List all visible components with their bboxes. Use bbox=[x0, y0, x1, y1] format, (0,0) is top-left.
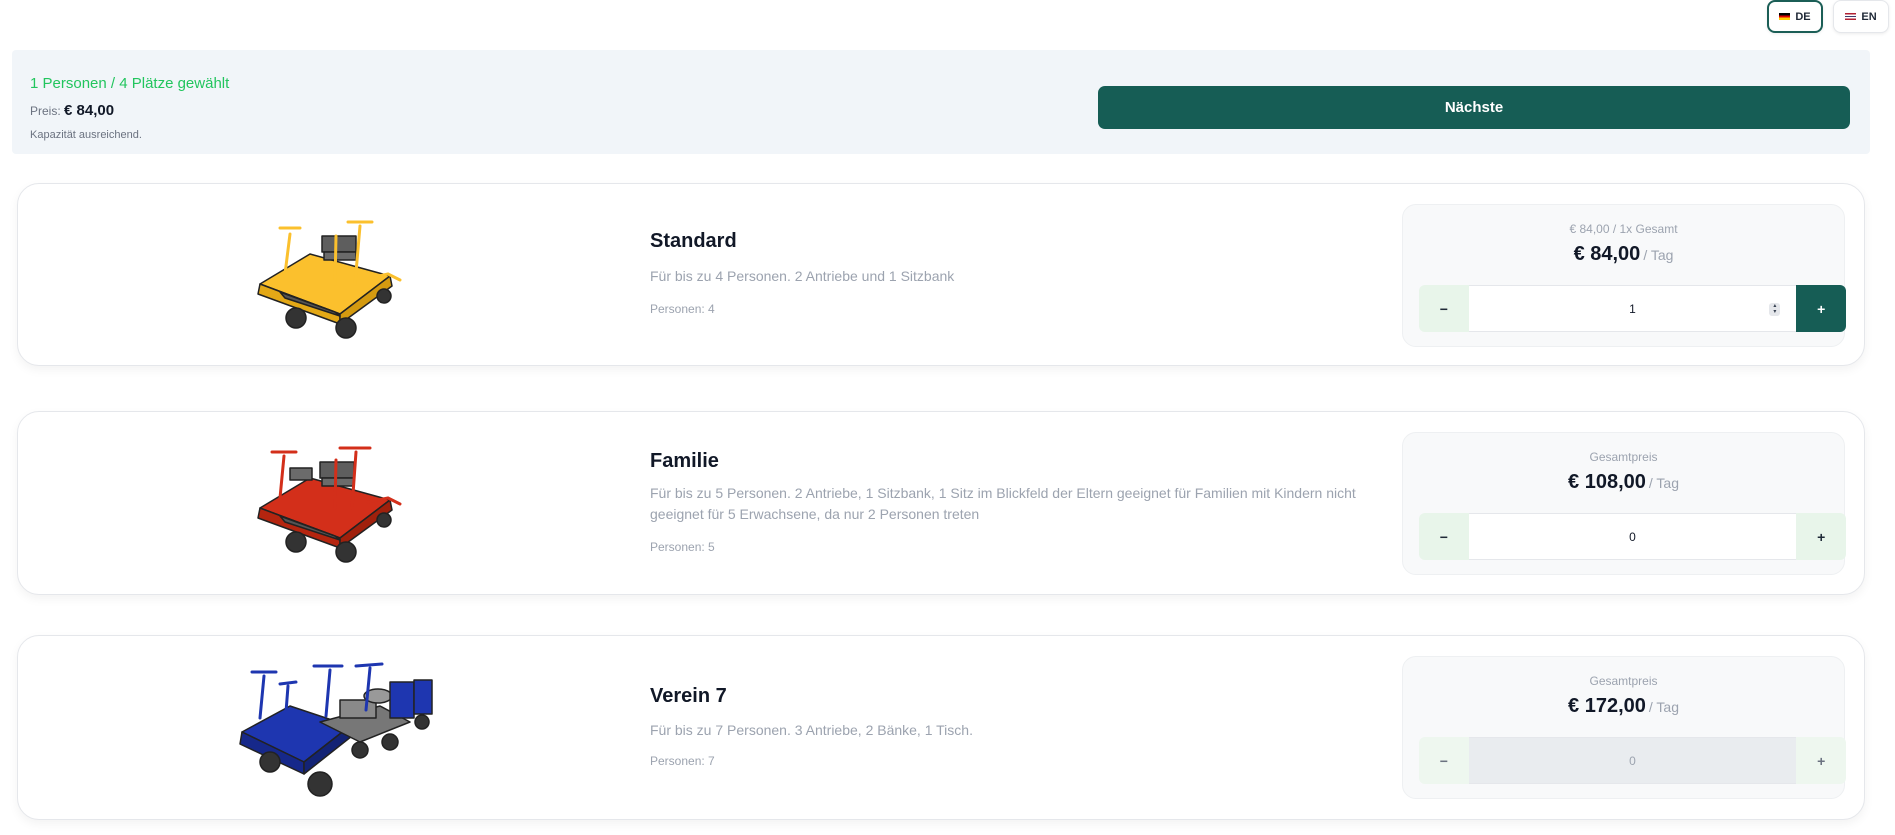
language-switcher: DE EN bbox=[1767, 0, 1895, 34]
product-persons: Personen: 5 bbox=[650, 540, 715, 554]
bike-standard-image bbox=[257, 220, 402, 339]
product-persons: Personen: 4 bbox=[650, 302, 715, 316]
quantity-input[interactable]: 0 bbox=[1468, 737, 1797, 784]
price-amount: € 84,00 bbox=[1573, 243, 1641, 265]
price-amount: € 108,00 bbox=[1568, 471, 1646, 493]
selected-seats-text: 1 Personen / 4 Plätze gewählt bbox=[30, 75, 230, 92]
quantity-input[interactable]: 1 ▴ ▾ bbox=[1468, 285, 1797, 332]
price-value: € 108,00/ Tag bbox=[1403, 471, 1844, 494]
spinner-arrows-icon[interactable]: ▴ ▾ bbox=[1769, 303, 1781, 316]
increase-button[interactable]: + bbox=[1796, 737, 1847, 784]
price-label: Gesamtpreis bbox=[1589, 674, 1658, 688]
uk-flag-icon bbox=[1845, 13, 1857, 20]
language-de-label: DE bbox=[1795, 10, 1811, 23]
quantity-stepper: − 0 + bbox=[1419, 737, 1847, 784]
decrease-button[interactable]: − bbox=[1419, 285, 1469, 332]
price-value: € 84,00/ Tag bbox=[1403, 243, 1844, 266]
product-description: Für bis zu 7 Personen. 3 Antriebe, 2 Bän… bbox=[650, 722, 973, 738]
german-flag-icon bbox=[1779, 13, 1791, 20]
product-persons: Personen: 7 bbox=[650, 754, 715, 768]
increase-button[interactable]: + bbox=[1796, 285, 1847, 332]
quantity-value: 0 bbox=[1629, 753, 1636, 768]
per-day-label: / Tag bbox=[1648, 699, 1679, 715]
bike-familie-image bbox=[257, 446, 402, 563]
product-title: Standard bbox=[650, 230, 737, 252]
product-card-verein-7: Verein 7 Für bis zu 7 Personen. 3 Antrie… bbox=[17, 635, 1865, 820]
booking-summary: 1 Personen / 4 Plätze gewählt Preis: € 8… bbox=[12, 50, 1870, 154]
price-amount: € 172,00 bbox=[1568, 695, 1646, 717]
language-en-button[interactable]: EN bbox=[1833, 0, 1889, 33]
bike-verein-7-image bbox=[239, 662, 433, 797]
product-description: Für bis zu 5 Personen. 2 Antriebe, 1 Sit… bbox=[650, 485, 1356, 522]
price-label: € 84,00 / 1x Gesamt bbox=[1569, 222, 1678, 236]
product-card-standard: Standard Für bis zu 4 Personen. 2 Antrie… bbox=[17, 183, 1865, 366]
product-description: Für bis zu 4 Personen. 2 Antriebe und 1 … bbox=[650, 268, 955, 284]
summary-price-value: € 84,00 bbox=[64, 102, 115, 119]
quantity-stepper: − 0 + bbox=[1419, 513, 1847, 560]
quantity-input[interactable]: 0 bbox=[1468, 513, 1797, 560]
price-box: € 84,00 / 1x Gesamt € 84,00/ Tag − 1 ▴ ▾ … bbox=[1402, 204, 1847, 347]
summary-price: Preis: € 84,00 bbox=[30, 102, 114, 119]
price-box: Gesamtpreis € 172,00/ Tag − 0 + bbox=[1402, 656, 1847, 799]
price-value: € 172,00/ Tag bbox=[1403, 695, 1844, 718]
product-title: Verein 7 bbox=[650, 685, 727, 707]
per-day-label: / Tag bbox=[1648, 475, 1679, 491]
increase-button[interactable]: + bbox=[1796, 513, 1847, 560]
language-de-button[interactable]: DE bbox=[1767, 0, 1823, 33]
capacity-status: Kapazität ausreichend. bbox=[30, 129, 142, 141]
product-title: Familie bbox=[650, 450, 719, 472]
summary-price-label: Preis: bbox=[30, 104, 61, 118]
product-card-familie: Familie Für bis zu 5 Personen. 2 Antrieb… bbox=[17, 411, 1865, 595]
quantity-stepper: − 1 ▴ ▾ + bbox=[1419, 285, 1847, 332]
quantity-value: 0 bbox=[1629, 529, 1636, 544]
decrease-button[interactable]: − bbox=[1419, 737, 1469, 784]
per-day-label: / Tag bbox=[1643, 247, 1674, 263]
language-en-label: EN bbox=[1861, 10, 1877, 23]
decrease-button[interactable]: − bbox=[1419, 513, 1469, 560]
price-box: Gesamtpreis € 108,00/ Tag − 0 + bbox=[1402, 432, 1847, 575]
quantity-value: 1 bbox=[1629, 301, 1636, 316]
next-button[interactable]: Nächste bbox=[1098, 86, 1850, 129]
price-label: Gesamtpreis bbox=[1589, 450, 1658, 464]
